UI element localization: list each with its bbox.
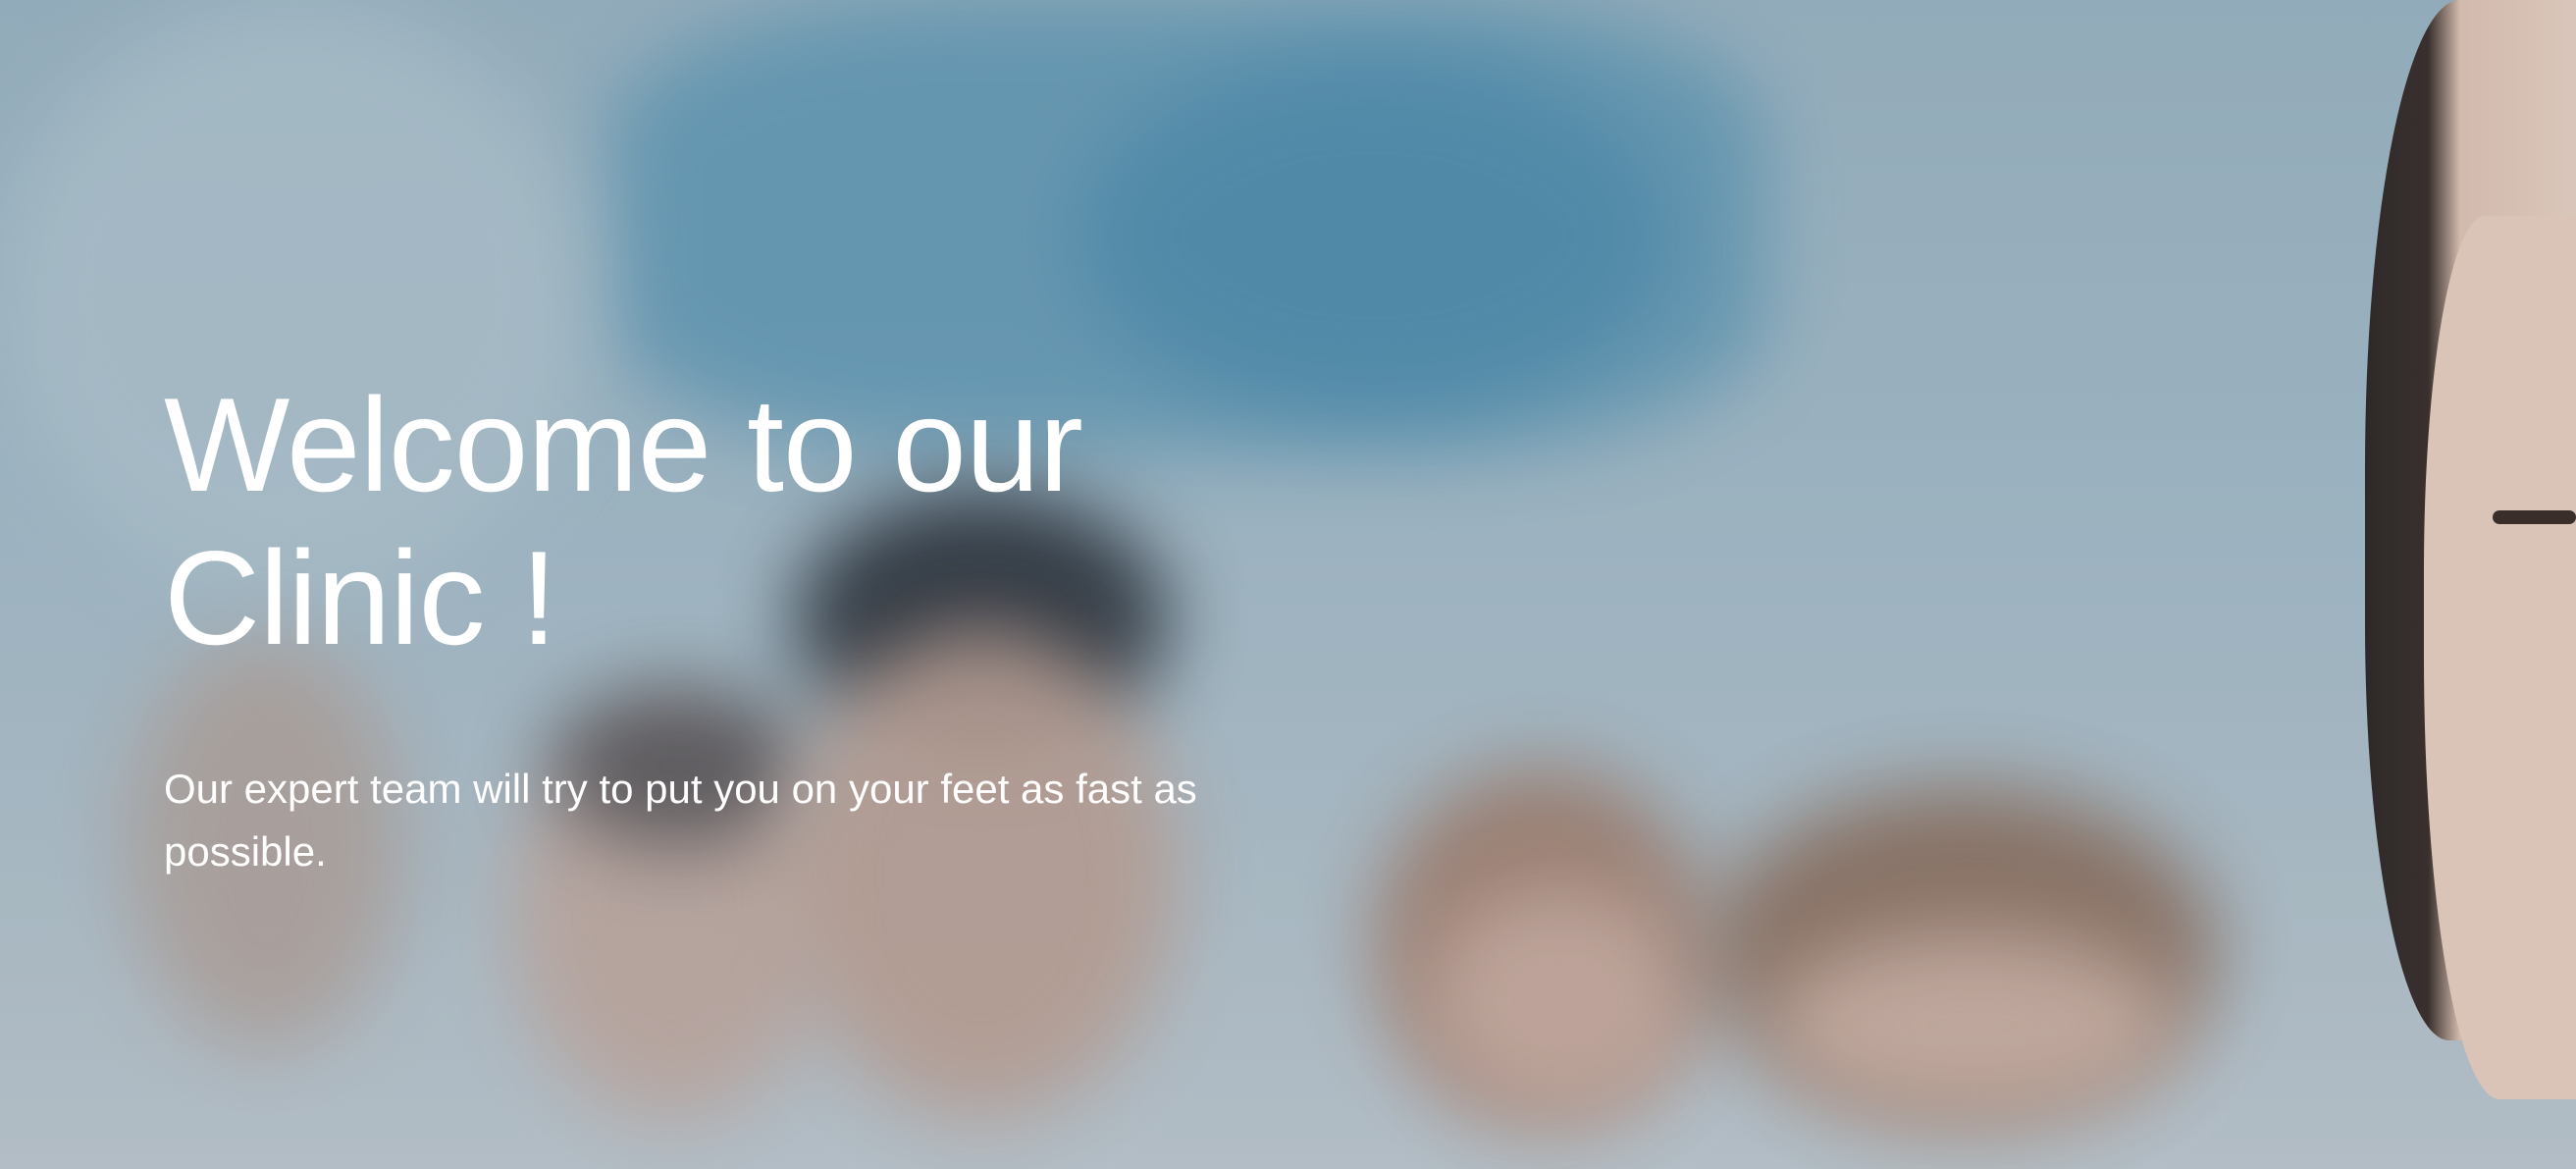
hero-title: Welcome to our Clinic ! [164, 370, 1083, 672]
hero-subtitle: Our expert team will try to put you on y… [164, 766, 1197, 875]
hero-section: Welcome to our Clinic ! Our expert team … [164, 368, 1322, 883]
